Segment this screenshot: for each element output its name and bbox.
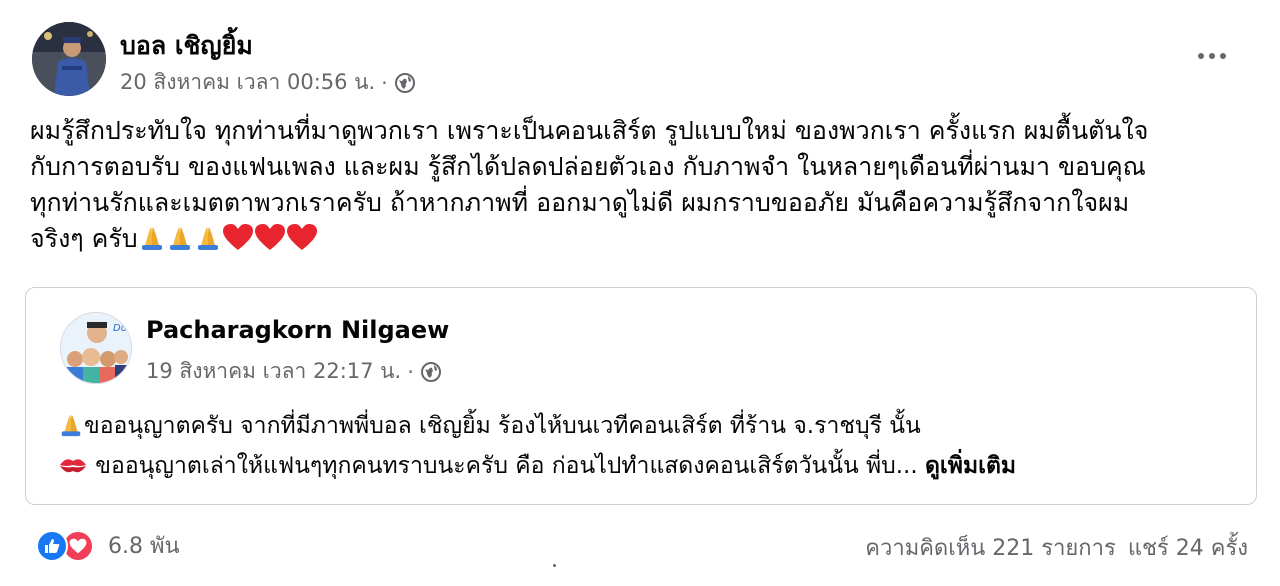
heart-icon [222, 223, 254, 261]
post-text: ผมรู้สึกประทับใจ ทุกท่านที่มาดูพวกเรา เพ… [30, 113, 1250, 261]
shared-author-name[interactable]: Pacharagkorn Nilgaew [146, 316, 449, 344]
reactions-summary[interactable]: 6.8 พัน [36, 528, 180, 563]
meta-separator: · [381, 70, 388, 95]
heart-icon [254, 223, 286, 261]
facebook-post: บอล เชิญยิ้ม 20 สิงหาคม เวลา 00:56 น. · … [0, 0, 1280, 586]
shared-timestamp[interactable]: 19 สิงหาคม เวลา 22:17 น. [146, 355, 401, 388]
shared-post-text: ขออนุญาตครับ จากที่มีภาพพี่บอล เชิญยิ้ม … [58, 408, 1016, 488]
shares-count[interactable]: แชร์ 24 ครั้ง [1128, 530, 1248, 565]
post-timestamp[interactable]: 20 สิงหาคม เวลา 00:56 น. [120, 66, 375, 99]
shared-post-meta: 19 สิงหาคม เวลา 22:17 น. · [146, 355, 442, 388]
post-text-line: ผมรู้สึกประทับใจ ทุกท่านที่มาดูพวกเรา เพ… [30, 116, 1149, 145]
divider-dot [553, 564, 556, 567]
post-text-line: กับการตอบรับ ของแฟนเพลง และผม รู้สึกได้ป… [30, 152, 1146, 181]
shared-author-avatar[interactable]: Don [60, 312, 132, 384]
author-avatar[interactable] [32, 22, 106, 96]
author-name[interactable]: บอล เชิญยิ้ม [120, 26, 253, 66]
more-dot [1198, 53, 1204, 59]
post-text-line: ทุกท่านรักและเมตตาพวกเราครับ ถ้าหากภาพที… [30, 188, 1130, 217]
pray-icon [58, 411, 84, 448]
see-more-link[interactable]: ดูเพิ่มเติม [925, 453, 1016, 479]
more-options-button[interactable] [1192, 44, 1232, 68]
post-text-line-last: จริงๆ ครับ [30, 221, 1250, 261]
pray-icon [194, 223, 222, 261]
pray-icon [166, 223, 194, 261]
like-icon [36, 529, 68, 562]
pray-icon [138, 223, 166, 261]
more-dot [1220, 53, 1226, 59]
avatar-badge-text: Don [113, 323, 132, 334]
globe-icon[interactable] [394, 72, 416, 94]
post-text-line: จริงๆ ครับ [30, 224, 138, 253]
shared-text-line-2: ขออนุญาตเล่าให้แฟนๆทุกคนทราบนะครับ คือ ก… [58, 448, 1016, 488]
reaction-count: 6.8 พัน [108, 534, 180, 559]
heart-icon [286, 223, 318, 261]
more-dot [1209, 53, 1215, 59]
kiss-mark-icon [58, 452, 88, 488]
globe-icon[interactable] [420, 361, 442, 383]
comments-count[interactable]: ความคิดเห็น 221 รายการ [865, 530, 1116, 565]
shared-text-line-1: ขออนุญาตครับ จากที่มีภาพพี่บอล เชิญยิ้ม … [58, 408, 1016, 448]
meta-separator: · [407, 359, 414, 384]
shared-post-card[interactable]: Don Pacharagkorn Nilgaew 19 สิงหาคม เวลา… [25, 287, 1257, 505]
post-stats: ความคิดเห็น 221 รายการ แชร์ 24 ครั้ง [865, 530, 1248, 565]
shared-text-content: ขออนุญาตครับ จากที่มีภาพพี่บอล เชิญยิ้ม … [84, 413, 921, 439]
post-meta: 20 สิงหาคม เวลา 00:56 น. · [120, 66, 416, 99]
shared-text-content: ขออนุญาตเล่าให้แฟนๆทุกคนทราบนะครับ คือ ก… [88, 453, 925, 479]
